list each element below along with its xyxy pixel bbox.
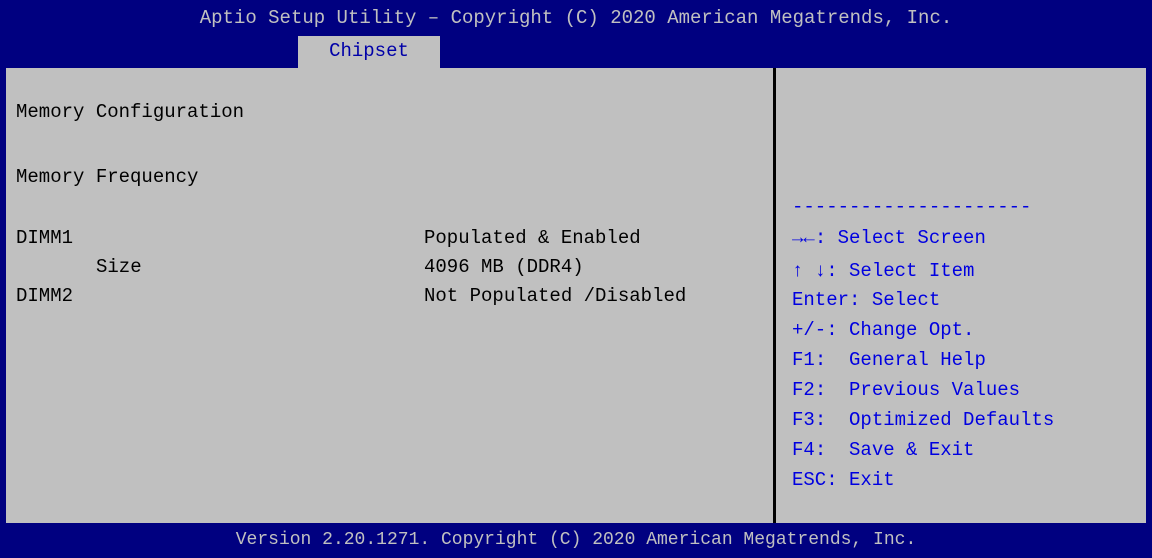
help-esc: ESC: Exit [792, 468, 895, 492]
help-desc: : Change Opt. [826, 319, 975, 341]
help-desc: : Save & Exit [814, 439, 975, 461]
help-desc: : Select Item [826, 260, 975, 282]
dimm1-size-value: 4096 MB (DDR4) [424, 256, 584, 278]
arrows-up-down-icon: ↑ ↓ [792, 260, 827, 282]
bios-screen: Aptio Setup Utility – Copyright (C) 2020… [0, 0, 1152, 558]
help-desc: : Optimized Defaults [814, 409, 1055, 431]
dimm2-label: DIMM2 [16, 285, 74, 307]
help-desc: : Exit [826, 469, 895, 491]
section-title: Memory Configuration [16, 101, 245, 123]
help-desc: : Select Screen [814, 227, 986, 249]
arrows-left-right-icon: →← [792, 227, 815, 249]
help-select-screen: →←: Select Screen [792, 226, 986, 250]
help-f1: F1: General Help [792, 348, 986, 372]
help-key: F4 [792, 439, 815, 461]
dimm1-value: Populated & Enabled [424, 227, 641, 249]
help-desc: : General Help [814, 349, 986, 371]
help-change-opt: +/-: Change Opt. [792, 318, 974, 342]
help-f3: F3: Optimized Defaults [792, 408, 1054, 432]
help-key: F1 [792, 349, 815, 371]
help-separator: --------------------- [792, 196, 1032, 218]
dimm2-value: Not Populated /Disabled [424, 285, 687, 307]
help-key: ESC [792, 469, 827, 491]
help-desc: : Previous Values [814, 379, 1021, 401]
help-key: F3 [792, 409, 815, 431]
tab-chipset[interactable]: Chipset [298, 36, 440, 68]
help-f2: F2: Previous Values [792, 378, 1020, 402]
help-panel: --------------------- →←: Select Screen … [776, 68, 1146, 523]
help-select-item: ↑ ↓: Select Item [792, 259, 974, 283]
window-title: Aptio Setup Utility – Copyright (C) 2020… [199, 7, 953, 29]
version-footer: Version 2.20.1271. Copyright (C) 2020 Am… [235, 530, 917, 550]
main-panel: Memory Configuration Memory Frequency DI… [6, 68, 773, 523]
help-f4: F4: Save & Exit [792, 438, 974, 462]
help-enter: Enter: Select [792, 288, 940, 312]
dimm1-size-label: Size [96, 256, 142, 278]
help-key: F2 [792, 379, 815, 401]
dimm1-label: DIMM1 [16, 227, 74, 249]
memory-frequency-label: Memory Frequency [16, 166, 199, 188]
help-key: +/- [792, 319, 827, 341]
help-key: Enter [792, 289, 850, 311]
help-desc: : Select [849, 289, 941, 311]
